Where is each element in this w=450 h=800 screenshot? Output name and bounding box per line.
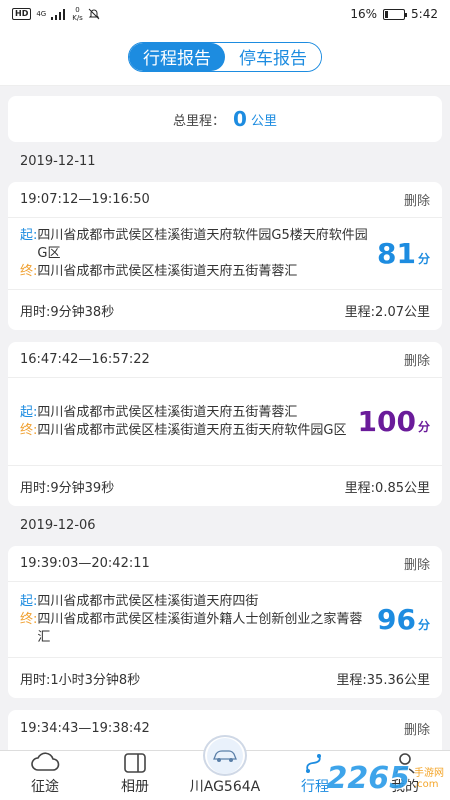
tab-parking-report[interactable]: 停车报告 bbox=[225, 42, 321, 71]
trip-time-range: 16:47:42—16:57:22 bbox=[20, 352, 150, 367]
trip-footer: 用时:9分钟39秒 里程:0.85公里 bbox=[8, 466, 442, 506]
mute-bell-icon bbox=[88, 8, 100, 20]
trip-score-unit: 分 bbox=[417, 420, 430, 434]
trip-route: 起: 四川省成都市武侯区桂溪街道天府软件园G5楼天府软件园G区 终: 四川省成都… bbox=[8, 218, 442, 290]
trip-time-range: 19:39:03—20:42:11 bbox=[20, 556, 150, 571]
trip-score: 81 分 bbox=[377, 237, 430, 270]
end-marker: 终: bbox=[20, 422, 38, 438]
delete-button[interactable]: 删除 bbox=[404, 719, 430, 738]
trip-footer: 用时:1小时3分钟8秒 里程:35.36公里 bbox=[8, 658, 442, 698]
watermark-tagline: 手游网 bbox=[414, 767, 444, 779]
trip-duration: 用时:1小时3分钟8秒 bbox=[20, 672, 141, 688]
start-marker: 起: bbox=[20, 404, 38, 420]
start-address: 四川省成都市武侯区桂溪街道天府四街 bbox=[37, 593, 259, 609]
delete-button[interactable]: 删除 bbox=[404, 554, 430, 573]
end-address: 四川省成都市武侯区桂溪街道外籍人士创新创业之家菁蓉汇 bbox=[37, 611, 363, 645]
trip-card[interactable]: 19:07:12—19:16:50 删除 起: 四川省成都市武侯区桂溪街道天府软… bbox=[8, 182, 442, 330]
trip-route: 起: 四川省成都市武侯区桂溪街道天府四街 终: 四川省成都市武侯区桂溪街道外籍人… bbox=[8, 582, 442, 658]
net-speed: 0 K/s bbox=[72, 6, 83, 22]
report-switch: 行程报告 停车报告 bbox=[128, 41, 322, 72]
network-indicator: 4G bbox=[36, 10, 47, 18]
trip-time-range: 19:07:12—19:16:50 bbox=[20, 192, 150, 207]
trip-footer: 用时:9分钟38秒 里程:2.07公里 bbox=[8, 290, 442, 330]
start-marker: 起: bbox=[20, 593, 38, 609]
tab-trip-report[interactable]: 行程报告 bbox=[129, 42, 225, 71]
delete-button[interactable]: 删除 bbox=[404, 350, 430, 369]
end-address-row: 终: 四川省成都市武侯区桂溪街道天府五街天府软件园G区 bbox=[20, 422, 352, 440]
trip-score: 100 分 bbox=[358, 405, 430, 438]
total-mileage-card: 总里程： 0 公里 bbox=[8, 96, 442, 142]
trip-duration: 用时:9分钟38秒 bbox=[20, 304, 115, 320]
end-address-row: 终: 四川省成都市武侯区桂溪街道外籍人士创新创业之家菁蓉汇 bbox=[20, 611, 371, 647]
trip-distance: 里程:35.36公里 bbox=[336, 672, 430, 688]
trip-addresses: 起: 四川省成都市武侯区桂溪街道天府四街 终: 四川省成都市武侯区桂溪街道外籍人… bbox=[20, 593, 371, 647]
hd-indicator: HD bbox=[12, 8, 32, 20]
net-speed-unit: K/s bbox=[72, 14, 83, 22]
header: 行程报告 停车报告 bbox=[0, 28, 450, 86]
tab-label: 川AG564A bbox=[189, 779, 261, 795]
trip-header: 16:47:42—16:57:22 删除 bbox=[8, 342, 442, 378]
tab-label: 行程 bbox=[301, 779, 329, 795]
album-icon bbox=[123, 751, 147, 774]
status-right: 16% 5:42 bbox=[350, 7, 438, 21]
start-address: 四川省成都市武侯区桂溪街道天府软件园G5楼天府软件园G区 bbox=[37, 227, 368, 261]
trip-score-value: 81 bbox=[377, 237, 416, 270]
start-address-row: 起: 四川省成都市武侯区桂溪街道天府四街 bbox=[20, 593, 371, 611]
end-marker: 终: bbox=[20, 611, 38, 627]
trip-score-unit: 分 bbox=[417, 252, 430, 266]
cloud-icon bbox=[30, 751, 60, 774]
total-mileage-value: 0 bbox=[233, 107, 247, 131]
trip-score: 96 分 bbox=[377, 603, 430, 636]
trip-card[interactable]: 16:47:42—16:57:22 删除 起: 四川省成都市武侯区桂溪街道天府五… bbox=[8, 342, 442, 506]
tab-journey[interactable]: 征途 bbox=[0, 751, 90, 800]
battery-percent: 16% bbox=[350, 7, 378, 21]
watermark-number: 2265 bbox=[326, 761, 411, 796]
clock: 5:42 bbox=[411, 7, 438, 21]
status-left: HD 4G 0 K/s bbox=[12, 6, 100, 22]
trip-header: 19:39:03—20:42:11 删除 bbox=[8, 546, 442, 582]
delete-button[interactable]: 删除 bbox=[404, 190, 430, 209]
end-address-row: 终: 四川省成都市武侯区桂溪街道天府五街菁蓉汇 bbox=[20, 263, 371, 281]
net-speed-value: 0 bbox=[75, 6, 80, 14]
battery-icon bbox=[383, 8, 408, 20]
watermark-domain: .com bbox=[414, 778, 439, 790]
start-marker: 起: bbox=[20, 227, 38, 243]
trip-score-unit: 分 bbox=[417, 618, 430, 632]
trip-distance: 里程:2.07公里 bbox=[344, 304, 430, 320]
trip-score-value: 100 bbox=[357, 405, 416, 438]
trip-duration: 用时:9分钟39秒 bbox=[20, 480, 115, 496]
end-address: 四川省成都市武侯区桂溪街道天府五街天府软件园G区 bbox=[37, 422, 347, 438]
tab-label: 相册 bbox=[121, 779, 149, 795]
end-address: 四川省成都市武侯区桂溪街道天府五街菁蓉汇 bbox=[37, 263, 298, 279]
trip-route: 起: 四川省成都市武侯区桂溪街道天府五街菁蓉汇 终: 四川省成都市武侯区桂溪街道… bbox=[8, 378, 442, 466]
start-address: 四川省成都市武侯区桂溪街道天府五街菁蓉汇 bbox=[37, 404, 298, 420]
tab-vehicle[interactable]: 川AG564A bbox=[180, 735, 270, 800]
trip-addresses: 起: 四川省成都市武侯区桂溪街道天府五街菁蓉汇 终: 四川省成都市武侯区桂溪街道… bbox=[20, 404, 352, 440]
start-address-row: 起: 四川省成都市武侯区桂溪街道天府软件园G5楼天府软件园G区 bbox=[20, 227, 371, 263]
status-bar: HD 4G 0 K/s 16% 5:42 bbox=[0, 0, 450, 28]
trip-header: 19:07:12—19:16:50 删除 bbox=[8, 182, 442, 218]
route-icon bbox=[303, 751, 327, 774]
trip-addresses: 起: 四川省成都市武侯区桂溪街道天府软件园G5楼天府软件园G区 终: 四川省成都… bbox=[20, 227, 371, 281]
date-header: 2019-12-11 bbox=[20, 154, 96, 169]
start-address-row: 起: 四川省成都市武侯区桂溪街道天府五街菁蓉汇 bbox=[20, 404, 352, 422]
total-mileage-label: 总里程： bbox=[173, 113, 226, 129]
tab-album[interactable]: 相册 bbox=[90, 751, 180, 800]
car-icon bbox=[203, 735, 247, 776]
signal-icon bbox=[51, 8, 66, 20]
total-mileage-unit: 公里 bbox=[250, 113, 277, 129]
trip-distance: 里程:0.85公里 bbox=[344, 480, 430, 496]
end-marker: 终: bbox=[20, 263, 38, 279]
tab-label: 征途 bbox=[31, 779, 59, 795]
date-header: 2019-12-06 bbox=[20, 518, 96, 533]
watermark-logo: 2265 手游网 .com bbox=[327, 761, 445, 796]
trip-time-range: 19:34:43—19:38:42 bbox=[20, 720, 150, 736]
watermark-text: 手游网 .com bbox=[414, 768, 444, 790]
trip-score-value: 96 bbox=[377, 603, 416, 636]
trip-card[interactable]: 19:39:03—20:42:11 删除 起: 四川省成都市武侯区桂溪街道天府四… bbox=[8, 546, 442, 698]
